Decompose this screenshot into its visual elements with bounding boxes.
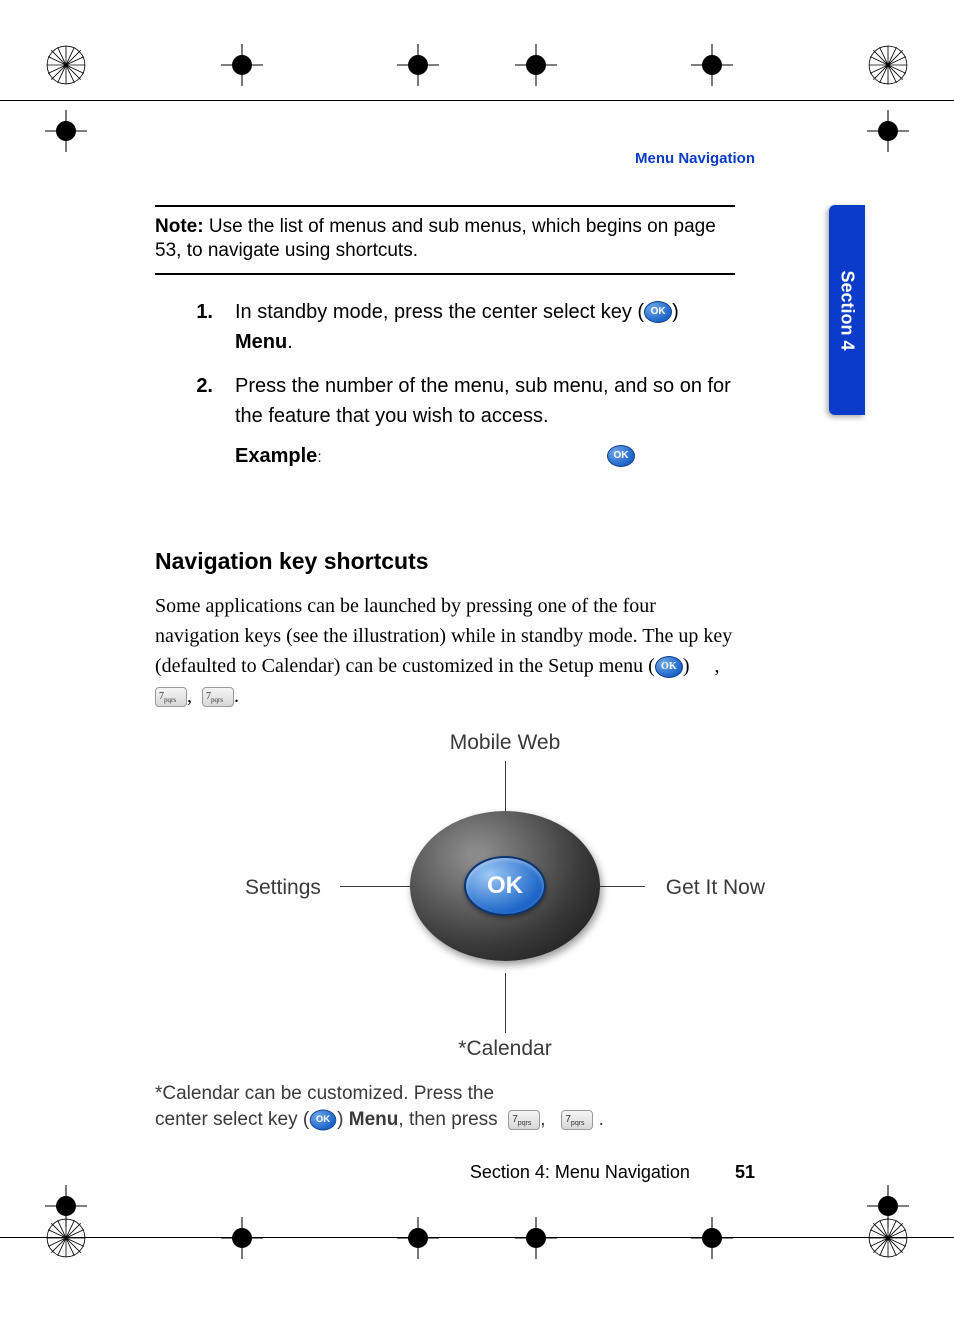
reg-mark-target-icon [691, 1217, 733, 1259]
page-footer: Section 4: Menu Navigation 51 [155, 1162, 855, 1183]
ok-button-icon: OK [464, 856, 546, 916]
reg-mark-starburst-icon [45, 1217, 87, 1259]
nav-pad: OK [410, 811, 600, 961]
reg-mark-target-icon [221, 1217, 263, 1259]
page-number: 51 [735, 1162, 755, 1182]
key-7-icon: 7pqrs [155, 687, 187, 707]
footer-text: Section 4: Menu Navigation [470, 1162, 690, 1182]
running-head: Menu Navigation [635, 150, 755, 167]
crop-marks-top [0, 40, 954, 90]
reg-mark-starburst-icon [867, 1217, 909, 1259]
nav-pad-ring: OK [410, 811, 600, 961]
ok-key-icon: OK [310, 1110, 337, 1131]
nav-label-up: Mobile Web [450, 731, 561, 755]
step-1: 1. In standby mode, press the center sel… [155, 297, 735, 357]
key-7-icon: 7pqrs [561, 1110, 593, 1130]
nav-label-down: *Calendar [458, 1037, 551, 1061]
section-tab: Section 4 [829, 205, 865, 415]
reg-mark-center-pair [397, 1217, 557, 1259]
reg-mark-target-icon [45, 110, 87, 152]
key-7-icon: 7pqrs [202, 687, 234, 707]
crop-marks-bottom [0, 1213, 954, 1263]
example-label: Example: [235, 445, 322, 468]
reg-mark-target-icon [221, 44, 263, 86]
example-row: Example: OK [155, 445, 635, 468]
connector-line [505, 761, 506, 811]
section-tab-label: Section 4 [837, 270, 858, 350]
connector-line [340, 886, 410, 887]
page-content: Menu Navigation Section 4 Note: Use the … [155, 150, 855, 1134]
nav-key-illustration: Mobile Web Settings Get It Now *Calendar… [245, 731, 765, 1061]
step-number: 1. [155, 297, 235, 357]
subheading: Navigation key shortcuts [155, 548, 855, 575]
key-7-icon: 7pqrs [508, 1110, 540, 1130]
reg-mark-starburst-icon [867, 44, 909, 86]
note-label: Note: [155, 216, 204, 237]
ok-key-icon: OK [607, 445, 635, 467]
crop-rule-top [0, 100, 954, 101]
connector-line [505, 973, 506, 1033]
step-number: 2. [155, 371, 235, 431]
ok-key-icon: OK [655, 656, 683, 678]
illustration-footnote: *Calendar can be customized. Press the c… [155, 1081, 775, 1134]
nav-label-left: Settings [245, 876, 321, 900]
step-body: Press the number of the menu, sub menu, … [235, 371, 735, 431]
reg-mark-target-icon [691, 44, 733, 86]
step-body: In standby mode, press the center select… [235, 297, 735, 357]
steps-list: 1. In standby mode, press the center sel… [155, 297, 735, 431]
reg-mark-starburst-icon [45, 44, 87, 86]
ok-key-icon: OK [644, 301, 672, 323]
note-text: Use the list of menus and sub menus, whi… [155, 216, 716, 261]
body-paragraph: Some applications can be launched by pre… [155, 591, 745, 711]
nav-label-right: Get It Now [666, 876, 765, 900]
note-block: Note: Use the list of menus and sub menu… [155, 205, 735, 275]
reg-mark-center-pair [397, 44, 557, 86]
side-reg-marks-upper [0, 110, 954, 152]
step-2: 2. Press the number of the menu, sub men… [155, 371, 735, 431]
reg-mark-target-icon [867, 110, 909, 152]
